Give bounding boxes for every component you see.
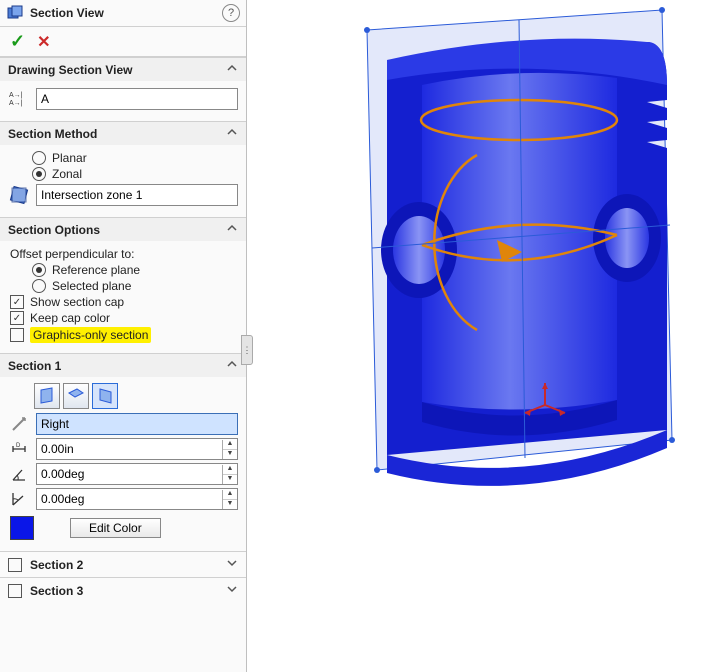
radio-label-planar: Planar bbox=[52, 151, 87, 165]
color-swatch[interactable] bbox=[10, 516, 34, 540]
section-view-icon bbox=[6, 4, 24, 22]
radio-planar[interactable]: Planar bbox=[32, 151, 238, 165]
checkbox-icon bbox=[10, 311, 24, 325]
spin-up-icon[interactable]: ▲ bbox=[223, 490, 237, 500]
distance-input[interactable] bbox=[37, 440, 222, 458]
zone-icon bbox=[8, 185, 30, 205]
angle1-input[interactable] bbox=[37, 465, 222, 483]
group-section2[interactable]: Section 2 bbox=[0, 551, 246, 577]
radio-icon bbox=[32, 167, 46, 181]
group-header-drawing[interactable]: Drawing Section View bbox=[0, 58, 246, 81]
svg-text:A→|: A→| bbox=[9, 100, 23, 107]
group-title-options: Section Options bbox=[8, 223, 100, 237]
chevron-down-icon bbox=[226, 583, 238, 598]
model-render bbox=[247, 0, 704, 672]
section-label-input[interactable] bbox=[36, 88, 238, 110]
plane-ref-icon bbox=[8, 415, 30, 433]
plane-front-button[interactable] bbox=[34, 383, 60, 409]
group-section1: Section 1 bbox=[0, 353, 246, 551]
chevron-up-icon bbox=[226, 126, 238, 141]
app-root: Section View ? ✓ ✕ Drawing Section View … bbox=[0, 0, 704, 672]
radio-zonal[interactable]: Zonal bbox=[32, 167, 238, 181]
spin-up-icon[interactable]: ▲ bbox=[223, 465, 237, 475]
group-section-method: Section Method Planar Zonal bbox=[0, 121, 246, 217]
angle2-input[interactable] bbox=[37, 490, 222, 508]
angle1-icon bbox=[8, 465, 30, 483]
distance-spinner[interactable]: ▲▼ bbox=[36, 438, 238, 460]
radio-reference-plane[interactable]: Reference plane bbox=[32, 263, 238, 277]
spin-down-icon[interactable]: ▼ bbox=[223, 475, 237, 484]
group-section-options: Section Options Offset perpendicular to:… bbox=[0, 217, 246, 353]
checkbox-label-show-cap: Show section cap bbox=[30, 295, 124, 309]
plane-top-button[interactable] bbox=[63, 383, 89, 409]
radio-label-reference: Reference plane bbox=[52, 263, 140, 277]
spin-down-icon[interactable]: ▼ bbox=[223, 500, 237, 509]
group-title-section1: Section 1 bbox=[8, 359, 61, 373]
svg-text:A→|: A→| bbox=[9, 92, 23, 99]
radio-icon bbox=[32, 151, 46, 165]
radio-icon bbox=[32, 279, 46, 293]
chevron-up-icon bbox=[226, 222, 238, 237]
plane-buttons bbox=[34, 383, 238, 409]
section-label-icon: A→|A→| bbox=[8, 89, 30, 109]
checkbox-icon bbox=[10, 328, 24, 342]
spin-down-icon[interactable]: ▼ bbox=[223, 450, 237, 459]
edit-color-button[interactable]: Edit Color bbox=[70, 518, 161, 538]
panel-titlebar: Section View ? bbox=[0, 0, 246, 27]
radio-icon bbox=[32, 263, 46, 277]
radio-label-zonal: Zonal bbox=[52, 167, 82, 181]
help-icon[interactable]: ? bbox=[222, 4, 240, 22]
group-title-section3: Section 3 bbox=[30, 584, 83, 598]
group-header-section1[interactable]: Section 1 bbox=[0, 354, 246, 377]
cancel-button[interactable]: ✕ bbox=[37, 32, 50, 52]
group-header-options[interactable]: Section Options bbox=[0, 218, 246, 241]
graphics-viewport[interactable]: ⋮ bbox=[247, 0, 704, 672]
checkbox-keep-color[interactable]: Keep cap color bbox=[10, 311, 238, 325]
angle2-icon bbox=[8, 490, 30, 508]
group-section3[interactable]: Section 3 bbox=[0, 577, 246, 603]
angle1-spinner[interactable]: ▲▼ bbox=[36, 463, 238, 485]
property-panel: Section View ? ✓ ✕ Drawing Section View … bbox=[0, 0, 247, 672]
checkbox-icon[interactable] bbox=[8, 558, 22, 572]
angle2-spinner[interactable]: ▲▼ bbox=[36, 488, 238, 510]
checkbox-label-graphics-only: Graphics-only section bbox=[30, 327, 151, 343]
ok-button[interactable]: ✓ bbox=[10, 31, 25, 52]
group-header-method[interactable]: Section Method bbox=[0, 122, 246, 145]
chevron-up-icon bbox=[226, 358, 238, 373]
checkbox-icon bbox=[10, 295, 24, 309]
confirm-row: ✓ ✕ bbox=[0, 27, 246, 57]
panel-title: Section View bbox=[30, 6, 222, 20]
plane-name-input[interactable] bbox=[36, 413, 238, 435]
radio-selected-plane[interactable]: Selected plane bbox=[32, 279, 238, 293]
svg-text:D: D bbox=[16, 443, 21, 449]
group-title-section2: Section 2 bbox=[30, 558, 83, 572]
checkbox-label-keep-color: Keep cap color bbox=[30, 311, 110, 325]
checkbox-show-cap[interactable]: Show section cap bbox=[10, 295, 238, 309]
zone-input[interactable] bbox=[36, 184, 238, 206]
checkbox-graphics-only[interactable]: Graphics-only section bbox=[10, 327, 238, 343]
checkbox-icon[interactable] bbox=[8, 584, 22, 598]
chevron-up-icon bbox=[226, 62, 238, 77]
chevron-down-icon bbox=[226, 557, 238, 572]
offset-label: Offset perpendicular to: bbox=[10, 247, 238, 261]
distance-icon: D bbox=[8, 440, 30, 458]
plane-right-button[interactable] bbox=[92, 383, 118, 409]
group-title-method: Section Method bbox=[8, 127, 97, 141]
radio-label-selected: Selected plane bbox=[52, 279, 131, 293]
group-title-drawing: Drawing Section View bbox=[8, 63, 132, 77]
group-drawing-section: Drawing Section View A→|A→| bbox=[0, 57, 246, 121]
spin-up-icon[interactable]: ▲ bbox=[223, 440, 237, 450]
